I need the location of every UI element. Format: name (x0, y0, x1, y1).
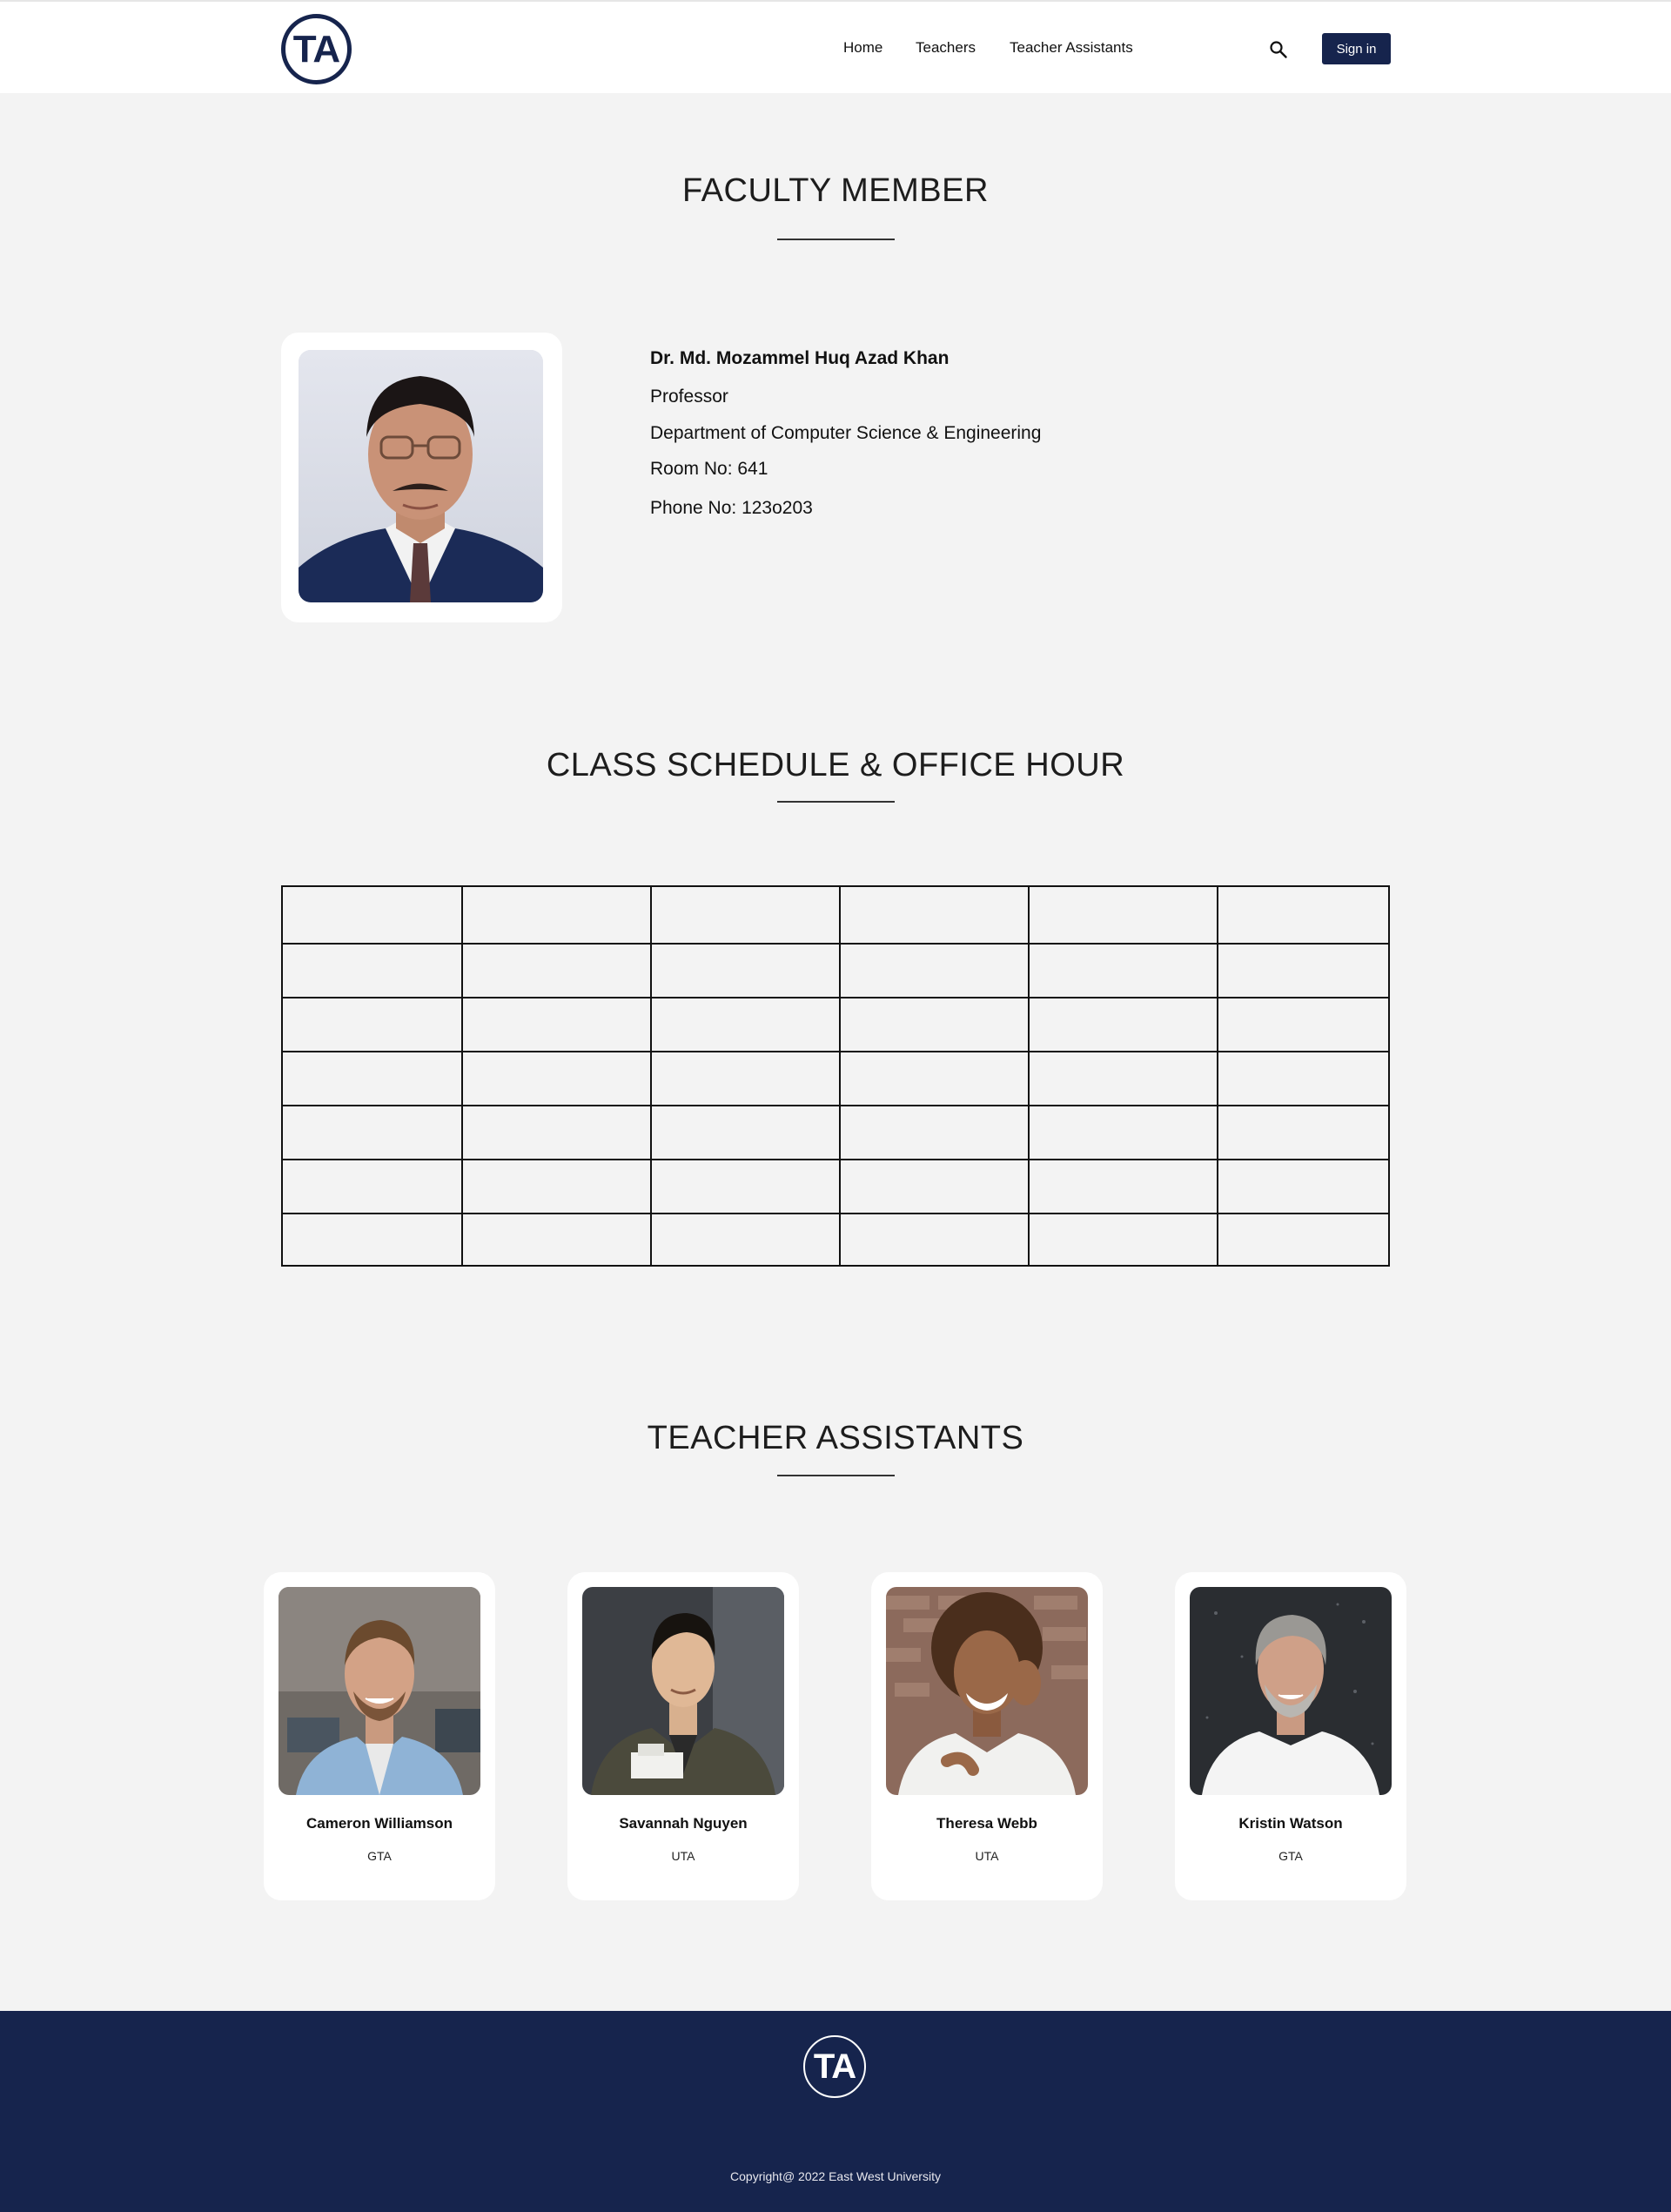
ta-role: GTA (1278, 1849, 1303, 1863)
schedule-row (281, 1051, 1390, 1106)
schedule-cell (650, 885, 841, 945)
ta-card[interactable]: Kristin Watson GTA (1175, 1572, 1406, 1900)
schedule-cell (650, 1051, 841, 1106)
schedule-cell (281, 1105, 463, 1160)
schedule-cell (839, 997, 1030, 1052)
schedule-cell (1217, 997, 1390, 1052)
schedule-cell (1028, 1213, 1218, 1267)
faculty-title: Professor (650, 387, 728, 407)
schedule-row (281, 1213, 1390, 1267)
schedule-cell (650, 1105, 841, 1160)
faculty-photo-card (281, 333, 562, 622)
schedule-cell (461, 1105, 652, 1160)
nav-link-teachers[interactable]: Teachers (916, 39, 976, 57)
schedule-cell (1028, 997, 1218, 1052)
schedule-cell (650, 1213, 841, 1267)
footer-logo[interactable]: TA (803, 2035, 866, 2098)
schedule-cell (1028, 885, 1218, 945)
schedule-cell (461, 1051, 652, 1106)
schedule-cell (650, 1159, 841, 1214)
ta-photo (1190, 1587, 1392, 1795)
faculty-photo (299, 350, 543, 602)
schedule-cell (650, 943, 841, 998)
schedule-cell (461, 943, 652, 998)
sign-in-button[interactable]: Sign in (1322, 33, 1391, 64)
schedule-row (281, 885, 1390, 945)
ta-name: Cameron Williamson (306, 1815, 453, 1832)
schedule-cell (461, 1213, 652, 1267)
schedule-row (281, 1105, 1390, 1160)
ta-logo[interactable]: TA (281, 14, 352, 84)
ta-name: Theresa Webb (936, 1815, 1037, 1832)
top-nav: TA Home Teachers Teacher Assistants Sign… (0, 0, 1671, 93)
ta-photo (582, 1587, 784, 1795)
nav-link-teacher-assistants[interactable]: Teacher Assistants (1010, 39, 1133, 57)
heading-divider (777, 801, 895, 803)
schedule-cell (1217, 1105, 1390, 1160)
ta-photo (278, 1587, 480, 1795)
faculty-info: Dr. Md. Mozammel Huq Azad Khan Professor… (650, 348, 1041, 518)
heading-divider (777, 1475, 895, 1476)
ta-role: UTA (671, 1849, 695, 1863)
schedule-cell (1217, 885, 1390, 945)
ta-card[interactable]: Cameron Williamson GTA (264, 1572, 495, 1900)
search-icon[interactable] (1269, 40, 1288, 59)
schedule-cell (650, 997, 841, 1052)
faculty-phone: Phone No: 123o203 (650, 498, 813, 518)
schedule-cell (839, 943, 1030, 998)
faculty-name: Dr. Md. Mozammel Huq Azad Khan (650, 348, 950, 368)
copyright-text: Copyright@ 2022 East West University (730, 2169, 941, 2183)
ta-role: UTA (975, 1849, 999, 1863)
ta-card[interactable]: Savannah Nguyen UTA (567, 1572, 799, 1900)
schedule-table (281, 885, 1390, 1267)
schedule-cell (281, 1051, 463, 1106)
ta-photo (886, 1587, 1088, 1795)
schedule-row (281, 997, 1390, 1052)
schedule-cell (1217, 943, 1390, 998)
schedule-cell (461, 1159, 652, 1214)
schedule-cell (1217, 1159, 1390, 1214)
nav-link-home[interactable]: Home (843, 39, 882, 57)
faculty-room: Room No: 641 (650, 459, 768, 479)
schedule-cell (839, 1159, 1030, 1214)
schedule-cell (1028, 1105, 1218, 1160)
schedule-cell (281, 943, 463, 998)
faculty-department: Department of Computer Science & Enginee… (650, 423, 1042, 443)
schedule-cell (1028, 943, 1218, 998)
assistants-heading: TEACHER ASSISTANTS (647, 1420, 1024, 1456)
schedule-cell (281, 1213, 463, 1267)
schedule-cell (461, 885, 652, 945)
schedule-cell (1028, 1051, 1218, 1106)
schedule-cell (1217, 1213, 1390, 1267)
schedule-row (281, 943, 1390, 998)
ta-name: Savannah Nguyen (619, 1815, 748, 1832)
schedule-cell (1217, 1051, 1390, 1106)
schedule-cell (281, 1159, 463, 1214)
ta-name: Kristin Watson (1238, 1815, 1343, 1832)
schedule-cell (281, 885, 463, 945)
heading-divider (777, 239, 895, 240)
schedule-cell (461, 997, 652, 1052)
ta-role: GTA (367, 1849, 392, 1863)
schedule-heading: CLASS SCHEDULE & OFFICE HOUR (546, 747, 1125, 783)
schedule-cell (1028, 1159, 1218, 1214)
footer: TA Copyright@ 2022 East West University (0, 2011, 1671, 2212)
schedule-cell (839, 1105, 1030, 1160)
ta-card[interactable]: Theresa Webb UTA (871, 1572, 1103, 1900)
faculty-heading: FACULTY MEMBER (682, 172, 989, 209)
schedule-cell (281, 997, 463, 1052)
schedule-cell (839, 885, 1030, 945)
schedule-row (281, 1159, 1390, 1214)
schedule-cell (839, 1051, 1030, 1106)
schedule-cell (839, 1213, 1030, 1267)
